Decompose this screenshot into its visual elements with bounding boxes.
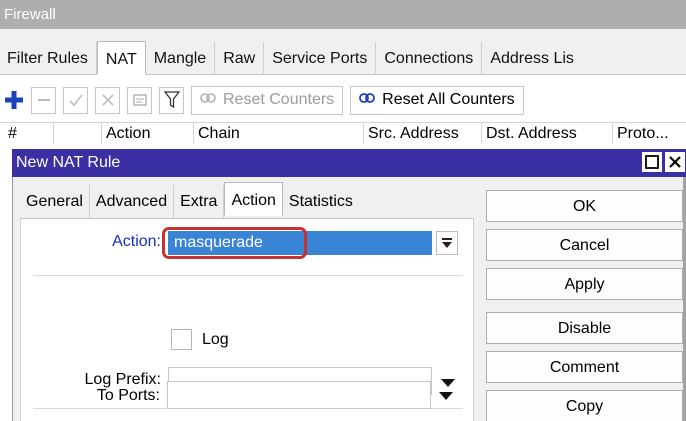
reset-counters-button[interactable]: Reset Counters [191, 85, 344, 115]
disable-rule-button[interactable]: Disable [486, 312, 683, 344]
action-label: Action: [112, 233, 161, 250]
dialog-tab-statistics[interactable]: Statistics [283, 185, 391, 218]
col-flags[interactable] [54, 123, 102, 144]
tab-raw[interactable]: Raw [215, 42, 265, 75]
window-controls [641, 151, 686, 173]
dialog-title-bar[interactable]: New NAT Rule [12, 149, 686, 177]
window-title: Firewall [0, 0, 686, 29]
tab-connections[interactable]: Connections [376, 42, 483, 75]
add-button[interactable] [3, 87, 25, 114]
dialog-tab-general[interactable]: General [20, 185, 90, 218]
col-action[interactable]: Action [102, 123, 194, 144]
dialog-title: New NAT Rule [16, 154, 121, 171]
enable-icon [68, 94, 83, 107]
log-prefix-dropdown-icon[interactable] [441, 379, 455, 387]
col-dst-address[interactable]: Dst. Address [482, 123, 613, 144]
copy-button[interactable]: Copy [486, 390, 683, 421]
filter-button[interactable] [159, 86, 184, 114]
to-ports-dropdown-icon[interactable] [439, 392, 453, 400]
main-tabs: Filter Rules NAT Mangle Raw Service Port… [0, 41, 686, 75]
col-number[interactable]: # [0, 123, 54, 144]
disable-icon [101, 94, 114, 106]
minimize-icon [645, 155, 659, 169]
toolbar: Reset Counters Reset All Counters [0, 83, 686, 117]
action-dropdown-button[interactable] [436, 231, 458, 255]
reset-all-counters-button[interactable]: Reset All Counters [350, 85, 524, 115]
col-protocol[interactable]: Proto... [613, 123, 686, 144]
reset-all-icon [359, 91, 376, 109]
remove-icon [37, 99, 50, 101]
col-src-address[interactable]: Src. Address [364, 123, 482, 144]
close-button[interactable] [664, 151, 686, 173]
dropdown-icon [442, 238, 452, 248]
apply-button[interactable]: Apply [486, 268, 683, 300]
log-checkbox[interactable] [171, 329, 192, 350]
add-icon [5, 91, 23, 109]
reset-icon [200, 91, 216, 109]
dialog-tab-extra[interactable]: Extra [174, 185, 225, 218]
dialog-tabs: General Advanced Extra Action Statistics [20, 182, 391, 218]
enable-button[interactable] [63, 86, 88, 114]
comment-rule-button[interactable]: Comment [486, 351, 683, 383]
ok-button[interactable]: OK [486, 190, 683, 222]
tab-nat[interactable]: NAT [96, 41, 146, 75]
to-ports-input[interactable] [167, 381, 431, 409]
tab-mangle[interactable]: Mangle [146, 42, 216, 75]
tab-service-ports[interactable]: Service Ports [264, 42, 377, 75]
log-label: Log [202, 331, 229, 348]
comment-button[interactable] [127, 86, 152, 114]
dialog-tab-action[interactable]: Action [224, 182, 283, 216]
minimize-button[interactable] [641, 151, 663, 173]
remove-button[interactable] [31, 86, 56, 114]
tab-address-lists[interactable]: Address Lis [482, 42, 582, 75]
close-icon [669, 156, 681, 168]
reset-all-counters-label: Reset All Counters [382, 91, 515, 108]
dialog-tab-advanced[interactable]: Advanced [90, 185, 175, 218]
table-header: # Action Chain Src. Address Dst. Address… [0, 122, 686, 144]
comment-icon [132, 94, 147, 106]
separator [33, 275, 463, 276]
disable-button[interactable] [95, 86, 120, 114]
to-ports-label: To Ports: [96, 387, 160, 404]
action-highlight [162, 227, 307, 259]
reset-counters-label: Reset Counters [223, 91, 335, 108]
filter-icon [163, 91, 180, 109]
col-chain[interactable]: Chain [194, 123, 364, 144]
tab-filter-rules[interactable]: Filter Rules [0, 42, 97, 75]
cancel-button[interactable]: Cancel [486, 229, 683, 261]
